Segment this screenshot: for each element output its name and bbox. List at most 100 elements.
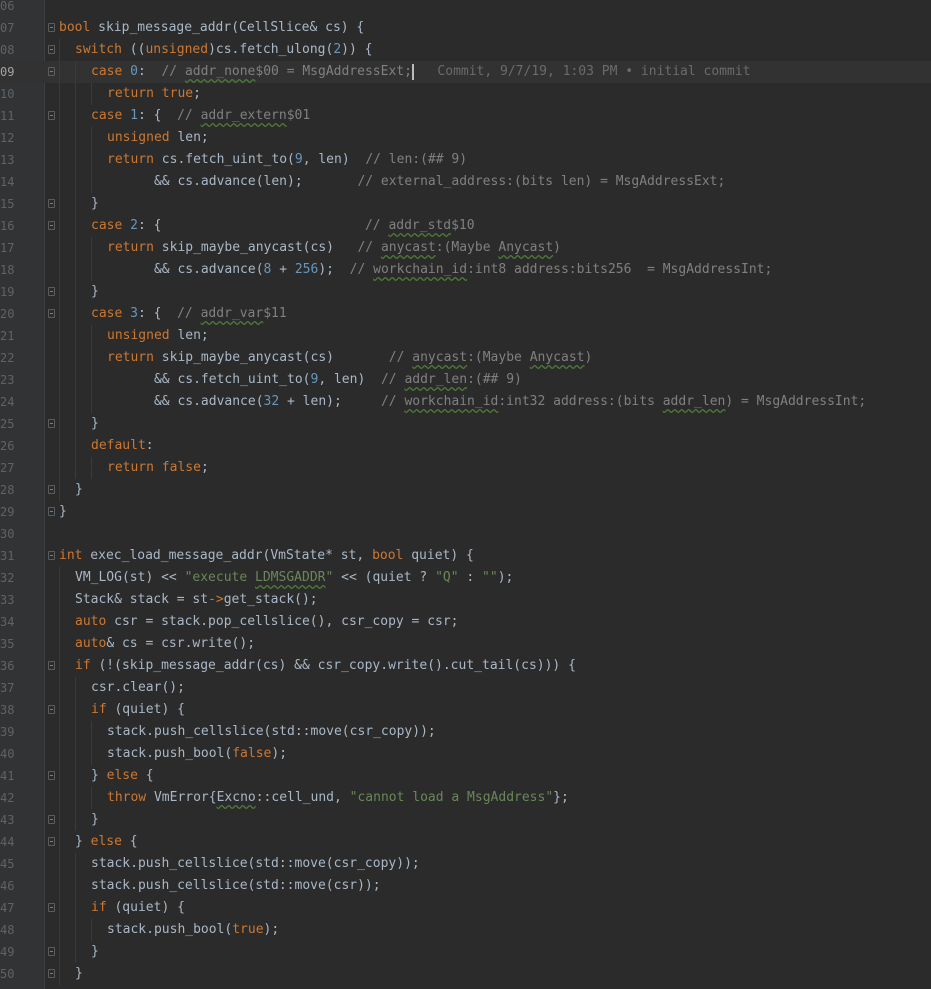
code-line[interactable]: 49} xyxy=(0,941,931,963)
fold-marker-icon[interactable] xyxy=(48,23,55,32)
code-token: } xyxy=(91,944,99,959)
code-token: } xyxy=(91,196,99,211)
code-token: if xyxy=(75,658,91,673)
code-editor[interactable]: 06 07 bool skip_message_addr(CellSlice& cs… xyxy=(0,0,931,989)
fold-marker-icon[interactable] xyxy=(48,309,55,318)
code-line[interactable]: 35 auto& cs = csr.write(); xyxy=(0,633,931,655)
fold-marker-icon[interactable] xyxy=(48,947,55,956)
indent-guide xyxy=(75,259,76,281)
code-token: csr = stack.pop_cellslice(), csr_copy = … xyxy=(106,614,459,629)
fold-marker-icon[interactable] xyxy=(48,551,55,560)
code-text: && cs.fetch_uint_to(9, len) // addr_len:… xyxy=(107,369,522,391)
code-line[interactable]: 43} xyxy=(0,809,931,831)
fold-marker-icon[interactable] xyxy=(48,67,55,76)
fold-marker-icon[interactable] xyxy=(48,771,55,780)
code-token: addr_len xyxy=(662,394,726,409)
fold-marker-icon[interactable] xyxy=(48,705,55,714)
fold-marker-icon[interactable] xyxy=(48,903,55,912)
code-text: } xyxy=(59,501,67,523)
code-line[interactable]: 40 stack.push_bool(false); xyxy=(0,743,931,765)
code-line[interactable]: 13 return cs.fetch_uint_to(9, len) // len… xyxy=(0,149,931,171)
code-line[interactable]: 46 stack.push_cellslice(std::move(csr)); xyxy=(0,875,931,897)
code-token: // xyxy=(380,372,405,387)
code-line[interactable]: 18 && cs.advance(8 + 256); // workchain_… xyxy=(0,259,931,281)
fold-marker-icon[interactable] xyxy=(48,485,55,494)
fold-marker-icon[interactable] xyxy=(48,45,55,54)
indent-guide xyxy=(59,347,60,369)
code-text: case 2: { // addr_std$10 xyxy=(91,215,475,237)
code-line[interactable]: 23 && cs.fetch_uint_to(9, len) // addr_l… xyxy=(0,369,931,391)
code-line[interactable]: 45 stack.push_cellslice(std::move(csr_cop… xyxy=(0,853,931,875)
code-line[interactable]: 33 Stack& stack = st->get_stack(); xyxy=(0,589,931,611)
code-line[interactable]: 25} xyxy=(0,413,931,435)
fold-marker-icon[interactable] xyxy=(48,837,55,846)
code-line[interactable]: 26 default: xyxy=(0,435,931,457)
code-line[interactable]: 14 && cs.advance(len); // external_addre… xyxy=(0,171,931,193)
code-line[interactable]: 22 return skip_maybe_anycast(cs) // anyca… xyxy=(0,347,931,369)
code-line[interactable]: 06 xyxy=(0,0,931,17)
code-line[interactable]: 17 return skip_maybe_anycast(cs) // anyca… xyxy=(0,237,931,259)
line-number: 24 xyxy=(0,395,15,409)
code-token: quiet) { xyxy=(403,548,474,563)
code-line[interactable]: 24 && cs.advance(32 + len); // workchain… xyxy=(0,391,931,413)
code-line[interactable]: 30 xyxy=(0,523,931,545)
fold-marker-icon[interactable] xyxy=(48,969,55,978)
indent-guide xyxy=(59,457,60,479)
code-line[interactable]: 21 unsigned len; xyxy=(0,325,931,347)
code-line[interactable]: 50} xyxy=(0,963,931,985)
code-line[interactable]: 27 return false; xyxy=(0,457,931,479)
code-line[interactable]: 29} xyxy=(0,501,931,523)
indent-guide xyxy=(75,699,76,721)
indent-guide xyxy=(59,941,60,963)
code-line[interactable]: 11 case 1: { // addr_extern$01 xyxy=(0,105,931,127)
fold-marker-icon[interactable] xyxy=(48,661,55,670)
code-text: } xyxy=(75,963,83,985)
code-token: } xyxy=(59,504,67,519)
code-token: // external_address:(bits len) = MsgAddr… xyxy=(357,174,726,189)
fold-marker-icon[interactable] xyxy=(48,287,55,296)
code-line[interactable]: 38 if (quiet) { xyxy=(0,699,931,721)
code-line[interactable]: 34 auto csr = stack.pop_cellslice(), csr_… xyxy=(0,611,931,633)
code-line[interactable]: 16 case 2: { // addr_std$10 xyxy=(0,215,931,237)
code-line[interactable]: 07 bool skip_message_addr(CellSlice& cs) … xyxy=(0,17,931,39)
code-line[interactable]: 44} else { xyxy=(0,831,931,853)
code-line[interactable]: 31 int exec_load_message_addr(VmState* st… xyxy=(0,545,931,567)
line-number: 39 xyxy=(0,725,15,739)
indent-guide xyxy=(91,787,92,809)
fold-marker-icon[interactable] xyxy=(48,199,55,208)
code-line[interactable]: 42 throw VmError{Excno::cell_und, "cannot… xyxy=(0,787,931,809)
code-line[interactable]: 09 case 0: // addr_none$00 = MsgAddressEx… xyxy=(0,61,931,83)
code-line[interactable]: 37 csr.clear(); xyxy=(0,677,931,699)
code-token: "" xyxy=(482,570,498,585)
code-line[interactable]: 47 if (quiet) { xyxy=(0,897,931,919)
indent-guide xyxy=(91,391,92,413)
line-number: 14 xyxy=(0,175,15,189)
fold-marker-icon[interactable] xyxy=(48,507,55,516)
fold-marker-icon[interactable] xyxy=(48,221,55,230)
code-line[interactable]: 28} xyxy=(0,479,931,501)
code-token: addr_var xyxy=(200,306,264,321)
code-line[interactable]: 10 return true; xyxy=(0,83,931,105)
code-token: // xyxy=(364,218,389,233)
fold-marker-icon[interactable] xyxy=(48,111,55,120)
code-token: :(## 9) xyxy=(467,372,522,387)
fold-marker-icon[interactable] xyxy=(48,419,55,428)
code-line[interactable]: 12 unsigned len; xyxy=(0,127,931,149)
line-number: 41 xyxy=(0,769,15,783)
code-line[interactable]: 20 case 3: { // addr_var$11 xyxy=(0,303,931,325)
code-line[interactable]: 48 stack.push_bool(true); xyxy=(0,919,931,941)
code-token: unsigned xyxy=(145,42,209,57)
code-line[interactable]: 36 if (!(skip_message_addr(cs) && csr_cop… xyxy=(0,655,931,677)
code-token: }; xyxy=(553,790,569,805)
code-line[interactable]: 41} else { xyxy=(0,765,931,787)
code-line[interactable]: 39 stack.push_cellslice(std::move(csr_cop… xyxy=(0,721,931,743)
code-text: default: xyxy=(91,435,154,457)
code-text: } xyxy=(75,479,83,501)
code-line[interactable]: 15} xyxy=(0,193,931,215)
code-line[interactable]: 19} xyxy=(0,281,931,303)
fold-marker-icon[interactable] xyxy=(48,815,55,824)
code-token: Anycast xyxy=(498,240,554,255)
code-line[interactable]: 32 VM_LOG(st) << "execute LDMSGADDR" << (… xyxy=(0,567,931,589)
code-line[interactable]: 08 switch ((unsigned)cs.fetch_ulong(2)) { xyxy=(0,39,931,61)
